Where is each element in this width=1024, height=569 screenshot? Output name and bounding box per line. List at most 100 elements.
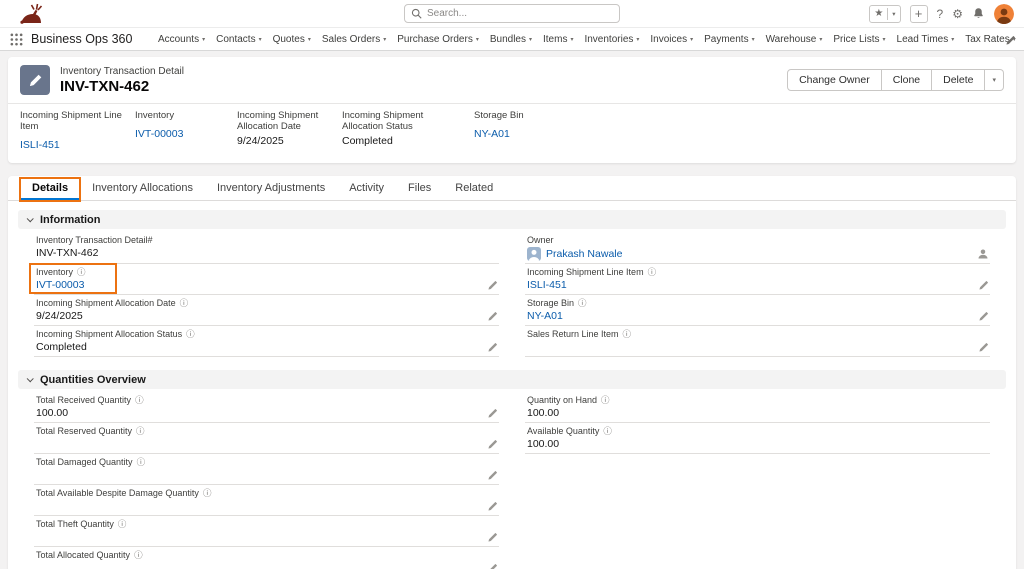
nav-item-label: Quotes — [273, 34, 305, 45]
nav-item-lead-times[interactable]: Lead Times▾ — [891, 34, 960, 45]
record-header-card: Inventory Transaction Detail INV-TXN-462… — [8, 57, 1016, 163]
highlight-field-incoming-shipment-allocation-status: Incoming Shipment Allocation Status Compl… — [342, 110, 474, 153]
chevron-down-icon: ▾ — [476, 36, 479, 43]
field-value-link[interactable]: ISLI-451 — [20, 139, 60, 151]
field-value-link[interactable]: NY-A01 — [527, 310, 563, 323]
nav-item-label: Contacts — [216, 34, 255, 45]
tab-files[interactable]: Files — [396, 176, 443, 200]
field-total-allocated-quantity: Total Allocated Quantityⓘ — [34, 547, 499, 569]
nav-item-items[interactable]: Items▾ — [538, 34, 579, 45]
highlight-field-incoming-shipment-allocation-date: Incoming Shipment Allocation Date9/24/20… — [237, 110, 342, 153]
inline-edit-pencil-icon[interactable] — [487, 501, 498, 512]
info-icon: ⓘ — [601, 396, 610, 405]
nav-item-purchase-orders[interactable]: Purchase Orders▾ — [392, 34, 485, 45]
info-icon: ⓘ — [186, 330, 195, 339]
tab-related[interactable]: Related — [443, 176, 505, 200]
info-icon: ⓘ — [136, 427, 145, 436]
field-label: Total Damaged Quantity — [36, 457, 133, 467]
field-value-link[interactable]: IVT-00003 — [135, 128, 183, 140]
global-actions-add-icon[interactable]: + — [910, 5, 928, 23]
favorites-star-icon[interactable]: ★ — [874, 8, 883, 19]
nav-item-quotes[interactable]: Quotes▾ — [267, 34, 316, 45]
chevron-down-icon — [27, 375, 34, 382]
change-owner-button[interactable]: Change Owner — [787, 69, 882, 91]
tab-details[interactable]: Details — [20, 176, 80, 200]
search-input[interactable] — [427, 8, 613, 19]
company-logo — [14, 3, 48, 25]
inline-edit-pencil-icon[interactable] — [487, 470, 498, 481]
nav-item-sales-orders[interactable]: Sales Orders▾ — [316, 34, 391, 45]
field-value-link[interactable]: Prakash Nawale — [546, 248, 622, 261]
edit-nav-pencil-icon[interactable] — [1005, 33, 1016, 51]
field-value: 100.00 — [36, 407, 68, 420]
info-icon: ⓘ — [118, 520, 127, 529]
user-avatar[interactable] — [994, 4, 1014, 24]
field-value-link[interactable]: NY-A01 — [474, 128, 510, 140]
tab-inventory-adjustments[interactable]: Inventory Adjustments — [205, 176, 337, 200]
sections-container: InformationInventory Transaction Detail#… — [8, 210, 1016, 569]
inline-edit-pencil-icon[interactable] — [487, 563, 498, 569]
inline-edit-pencil-icon[interactable] — [487, 311, 498, 322]
app-launcher-waffle-icon[interactable] — [10, 33, 23, 46]
field-value-link[interactable]: IVT-00003 — [36, 279, 84, 292]
field-label: Incoming Shipment Allocation Status — [342, 110, 466, 132]
field-label: Inventory — [135, 110, 229, 121]
field-label: Owner — [527, 235, 554, 245]
global-search[interactable] — [404, 4, 620, 23]
nav-item-invoices[interactable]: Invoices▾ — [645, 34, 699, 45]
inline-edit-pencil-icon[interactable] — [487, 439, 498, 450]
nav-item-warehouse[interactable]: Warehouse▾ — [760, 34, 828, 45]
nav-item-label: Lead Times — [897, 34, 949, 45]
nav-item-contacts[interactable]: Contacts▾ — [211, 34, 267, 45]
help-icon[interactable]: ? — [937, 8, 944, 20]
field-total-damaged-quantity: Total Damaged Quantity ⓘ — [34, 454, 499, 485]
nav-item-price-lists[interactable]: Price Lists▾ — [828, 34, 891, 45]
nav-item-payments[interactable]: Payments▾ — [699, 34, 760, 45]
actions-dropdown-button[interactable]: ▾ — [985, 69, 1004, 91]
record-header-top: Inventory Transaction Detail INV-TXN-462… — [8, 57, 1016, 103]
favorites-control[interactable]: ★ ▾ — [869, 5, 900, 23]
tab-activity[interactable]: Activity — [337, 176, 396, 200]
field-incoming-shipment-line-item: Incoming Shipment Line ItemⓘISLI-451 — [525, 264, 990, 295]
inline-edit-pencil-icon[interactable] — [978, 280, 989, 291]
field-value: Completed — [342, 135, 466, 147]
info-icon: ⓘ — [578, 299, 587, 308]
info-icon: ⓘ — [137, 458, 146, 467]
field-value-link[interactable]: ISLI-451 — [527, 279, 567, 292]
field-value — [527, 341, 530, 354]
change-owner-icon[interactable] — [977, 248, 989, 260]
setup-gear-icon[interactable]: ⚙ — [952, 8, 963, 20]
chevron-down-icon: ▾ — [690, 36, 693, 43]
owner-avatar — [527, 247, 541, 261]
nav-item-accounts[interactable]: Accounts▾ — [152, 34, 210, 45]
chevron-down-icon[interactable]: ▾ — [892, 10, 895, 18]
nav-item-label: Items — [543, 34, 567, 45]
notifications-bell-icon[interactable] — [972, 7, 985, 20]
delete-button[interactable]: Delete — [932, 69, 985, 91]
search-icon — [411, 8, 422, 19]
chevron-down-icon: ▾ — [951, 36, 954, 43]
section-header-information[interactable]: Information — [18, 210, 1006, 229]
inline-edit-pencil-icon[interactable] — [487, 342, 498, 353]
inline-edit-pencil-icon[interactable] — [978, 342, 989, 353]
inline-edit-pencil-icon[interactable] — [487, 532, 498, 543]
clone-button[interactable]: Clone — [882, 69, 932, 91]
nav-item-bundles[interactable]: Bundles▾ — [484, 34, 537, 45]
field-label: Incoming Shipment Allocation Date — [237, 110, 334, 132]
inline-edit-pencil-icon[interactable] — [487, 280, 498, 291]
inline-edit-pencil-icon[interactable] — [978, 311, 989, 322]
field-storage-bin: Storage BinⓘNY-A01 — [525, 295, 990, 326]
nav-item-label: Purchase Orders — [397, 34, 473, 45]
highlight-field-storage-bin: Storage BinNY-A01 — [474, 110, 532, 153]
field-label: Total Available Despite Damage Quantity — [36, 488, 199, 498]
nav-item-inventories[interactable]: Inventories▾ — [579, 34, 645, 45]
section-title: Quantities Overview — [40, 374, 146, 386]
nav-item-label: Inventories — [584, 34, 633, 45]
info-icon: ⓘ — [180, 299, 189, 308]
field-total-theft-quantity: Total Theft Quantityⓘ — [34, 516, 499, 547]
tab-inventory-allocations[interactable]: Inventory Allocations — [80, 176, 205, 200]
chevron-down-icon: ▾ — [819, 36, 822, 43]
inline-edit-pencil-icon[interactable] — [487, 408, 498, 419]
field-value — [36, 531, 39, 544]
section-header-quantities-overview[interactable]: Quantities Overview — [18, 370, 1006, 389]
